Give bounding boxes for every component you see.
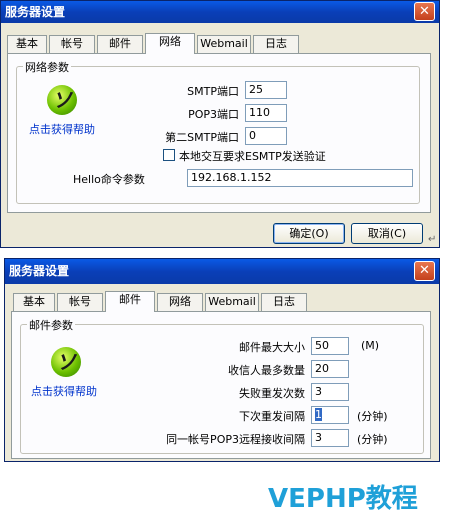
retry-interval-input[interactable]: 1 (311, 406, 349, 424)
retry-count-input[interactable]: 3 (311, 383, 349, 401)
mail-params-group: 邮件参数 ソ 点击获得帮助 邮件最大大小 50 (M) 收信人最多数量 20 失… (20, 317, 424, 454)
tab-account[interactable]: 帐号 (57, 293, 103, 311)
second-smtp-port-input[interactable]: 0 (245, 127, 287, 145)
help-logo-icon[interactable]: ソ (47, 85, 77, 115)
max-recipients-label: 收信人最多数量 (228, 364, 305, 377)
max-recipients-input[interactable]: 20 (311, 360, 349, 378)
watermark-text: VEPHP教程 (268, 484, 418, 514)
tab-panel: 邮件参数 ソ 点击获得帮助 邮件最大大小 50 (M) 收信人最多数量 20 失… (11, 311, 431, 459)
return-mark: ↵ (428, 234, 437, 245)
tab-strip: 基本 帐号 邮件 网络 Webmail 日志 (7, 33, 427, 54)
help-link[interactable]: 点击获得帮助 (29, 121, 95, 137)
tab-panel: 网络参数 ソ 点击获得帮助 SMTP端口 25 POP3端口 110 第二SMT… (7, 53, 431, 213)
close-button[interactable]: ✕ (414, 261, 435, 281)
esmtp-auth-checkbox[interactable] (163, 149, 175, 161)
server-settings-dialog-mail: 服务器设置 ✕ 基本 帐号 邮件 网络 Webmail 日志 邮件参数 ソ 点击… (4, 258, 440, 462)
window-title: 服务器设置 (5, 5, 66, 19)
help-logo-icon[interactable]: ソ (51, 347, 81, 377)
group-title: 网络参数 (23, 59, 71, 75)
max-size-input[interactable]: 50 (311, 337, 349, 355)
smtp-port-input[interactable]: 25 (245, 81, 287, 99)
tab-webmail[interactable]: Webmail (197, 35, 251, 53)
tab-basic[interactable]: 基本 (7, 35, 47, 53)
max-size-label: 邮件最大大小 (239, 341, 305, 354)
tab-network[interactable]: 网络 (145, 33, 195, 54)
tab-mail[interactable]: 邮件 (97, 35, 143, 53)
group-title: 邮件参数 (27, 317, 75, 333)
pop3-interval-input[interactable]: 3 (311, 429, 349, 447)
titlebar: 服务器设置 ✕ (5, 259, 439, 284)
close-icon: ✕ (419, 263, 430, 278)
pop3-interval-unit: (分钟) (357, 433, 388, 446)
pop3-interval-label: 同一帐号POP3远程接收间隔 (166, 433, 305, 446)
pop3-port-input[interactable]: 110 (245, 104, 287, 122)
tab-mail[interactable]: 邮件 (105, 291, 155, 312)
tab-account[interactable]: 帐号 (49, 35, 95, 53)
network-params-group: 网络参数 ソ 点击获得帮助 SMTP端口 25 POP3端口 110 第二SMT… (16, 59, 420, 204)
server-settings-dialog-network: 服务器设置 ✕ 基本 帐号 邮件 网络 Webmail 日志 网络参数 ソ 点击… (0, 0, 440, 248)
cancel-button[interactable]: 取消(C) (351, 223, 423, 244)
tab-webmail[interactable]: Webmail (205, 293, 259, 311)
retry-count-label: 失败重发次数 (239, 387, 305, 400)
close-icon: ✕ (419, 4, 430, 19)
tab-basic[interactable]: 基本 (13, 293, 55, 311)
hello-param-label: Hello命令参数 (73, 173, 145, 186)
second-smtp-port-label: 第二SMTP端口 (165, 131, 239, 144)
close-button[interactable]: ✕ (414, 2, 435, 21)
esmtp-auth-label[interactable]: 本地交互要求ESMTP发送验证 (179, 148, 326, 164)
ok-button[interactable]: 确定(O) (273, 223, 345, 244)
tab-log[interactable]: 日志 (253, 35, 299, 53)
titlebar: 服务器设置 ✕ (1, 1, 439, 23)
help-link[interactable]: 点击获得帮助 (31, 383, 97, 399)
pop3-port-label: POP3端口 (188, 108, 239, 121)
max-size-unit: (M) (361, 339, 380, 352)
window-title: 服务器设置 (9, 264, 70, 278)
smtp-port-label: SMTP端口 (187, 85, 239, 98)
hello-param-input[interactable]: 192.168.1.152 (187, 169, 413, 187)
tab-strip: 基本 帐号 邮件 网络 Webmail 日志 (11, 291, 431, 312)
tab-log[interactable]: 日志 (261, 293, 307, 311)
tab-network[interactable]: 网络 (157, 293, 203, 311)
retry-interval-label: 下次重发间隔 (239, 410, 305, 423)
retry-interval-unit: (分钟) (357, 410, 388, 423)
